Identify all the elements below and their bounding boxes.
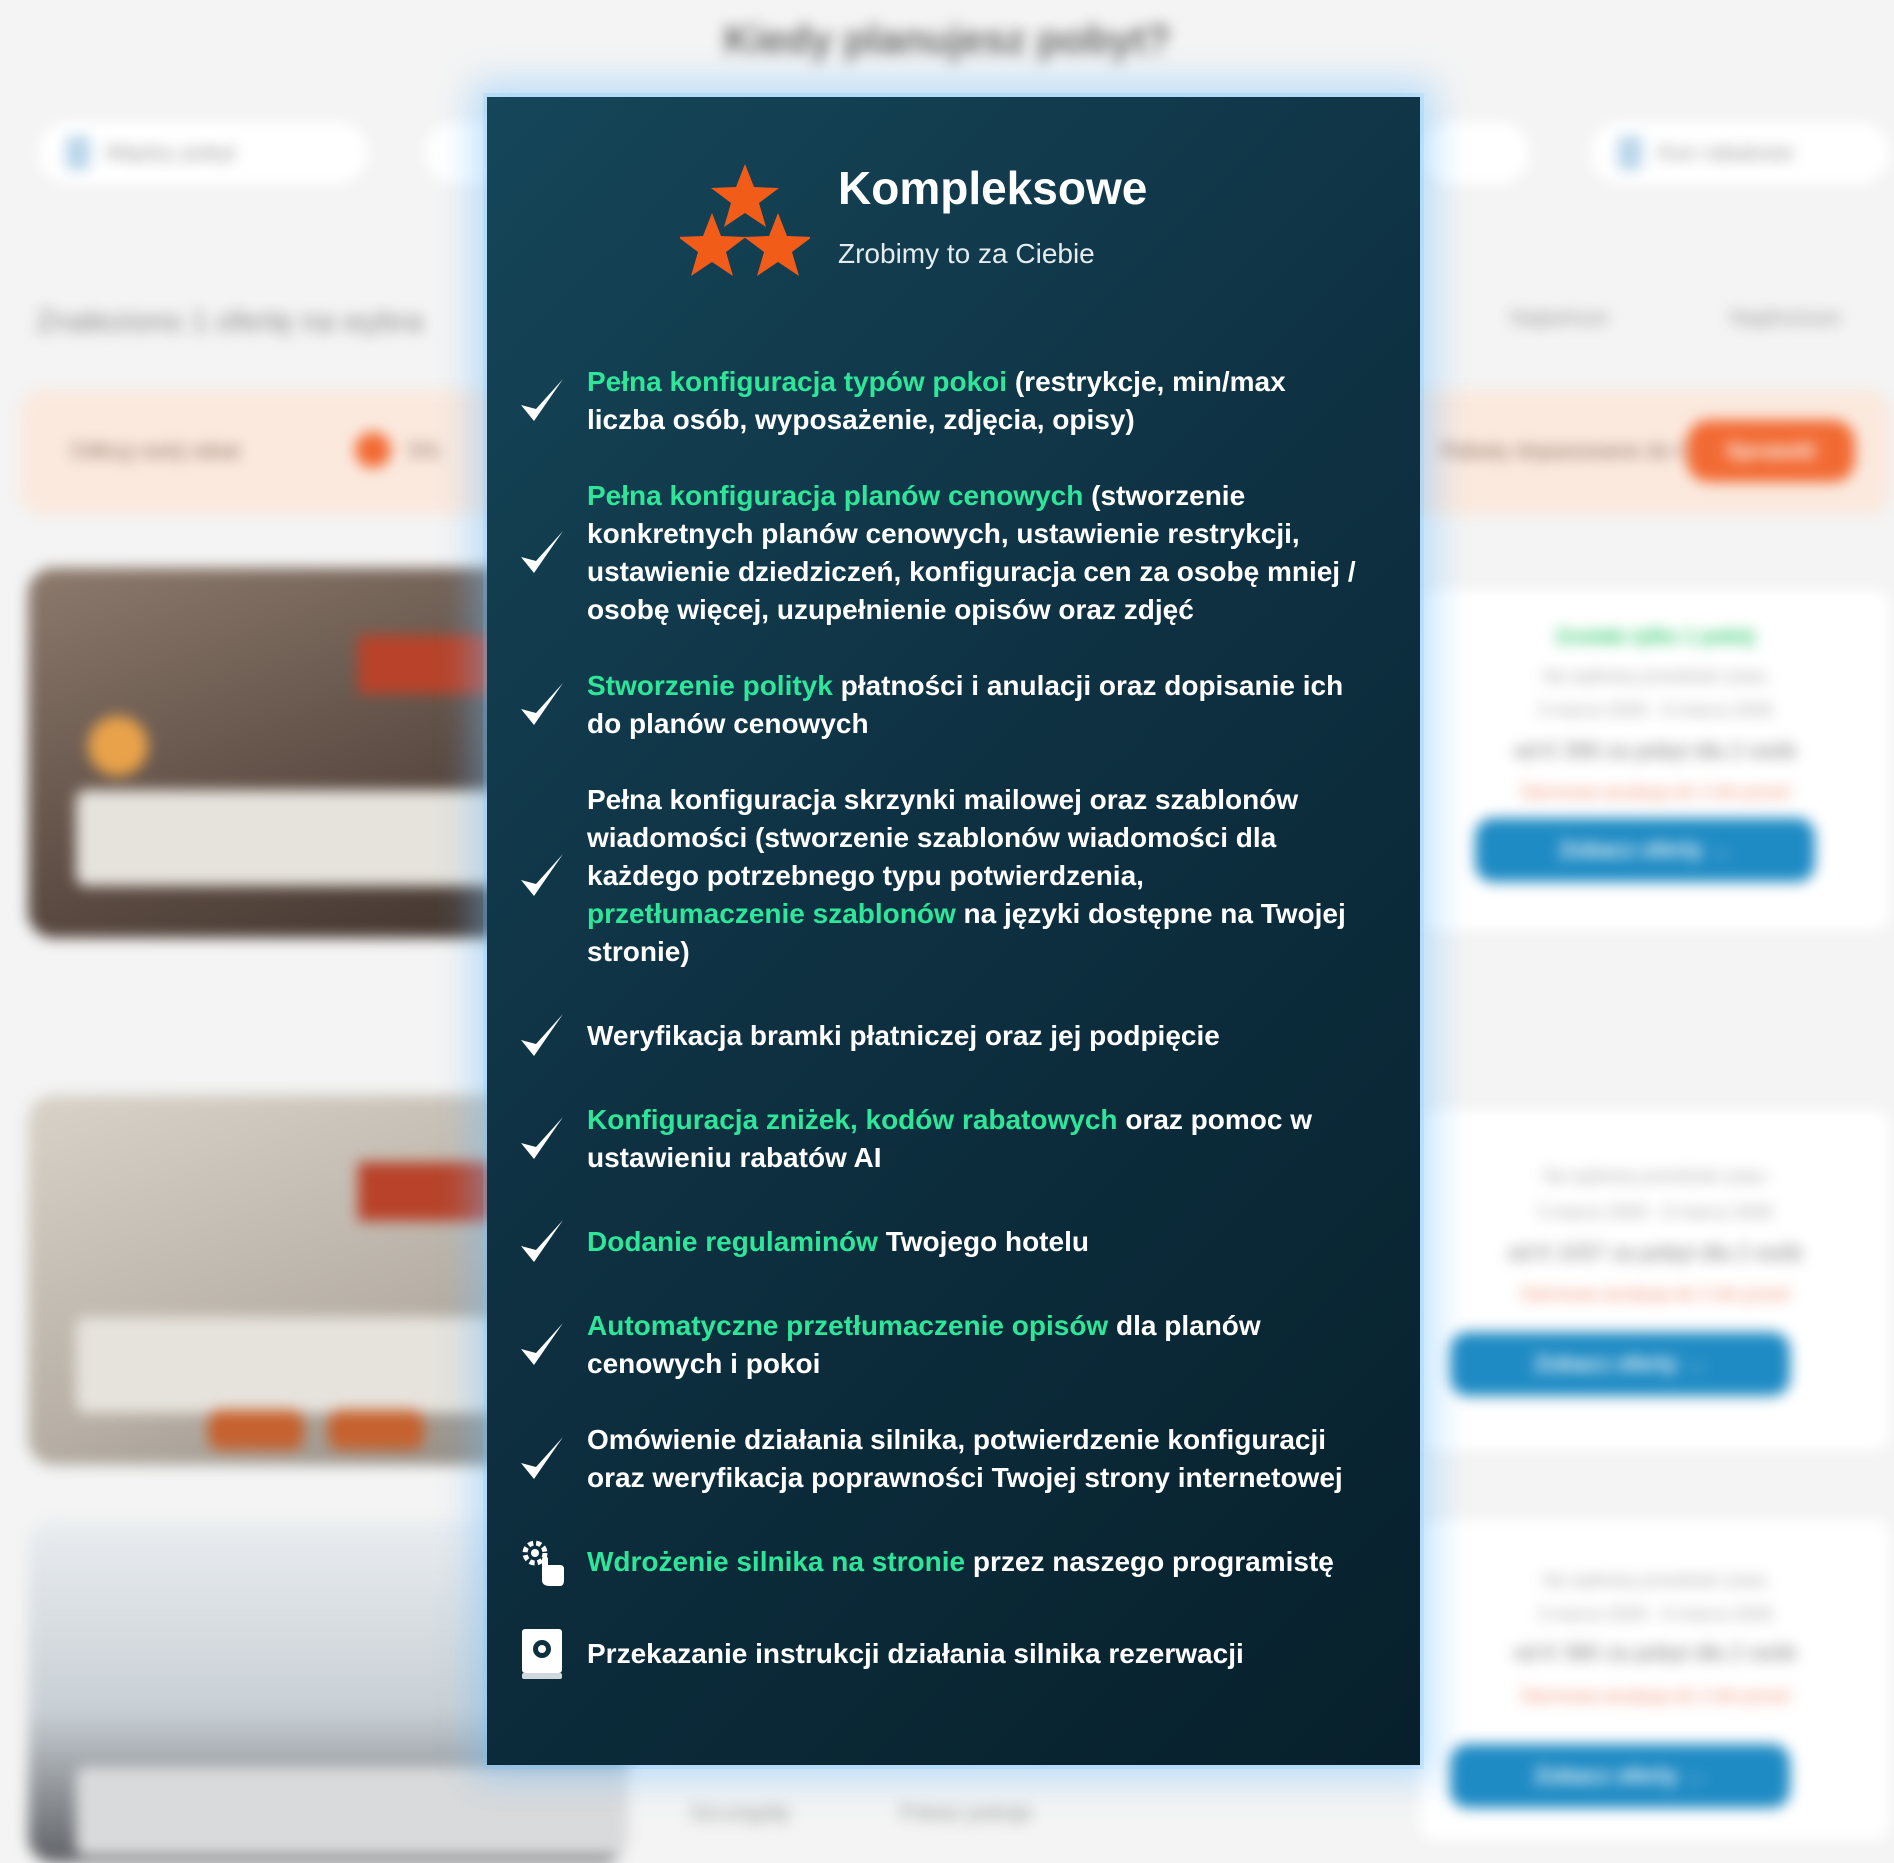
bg-rooms-link: Pokaż pokoje xyxy=(900,1800,1033,1825)
bg-offer-card-1: Zostało tylko 1 pokój Na wybrany przedzi… xyxy=(1420,590,1890,930)
bg-banner-mid: 5% xyxy=(408,438,440,463)
bg-sort-cheapest: Najtańsze xyxy=(1510,305,1608,330)
feature-item-text: Omówienie działania silnika, potwierdzen… xyxy=(587,1421,1367,1497)
feature-item-text: Weryfikacja bramki płatniczej oraz jej p… xyxy=(587,1017,1367,1055)
checkmark-icon xyxy=(517,526,567,580)
feature-item-text: Wdrożenie silnika na stronie przez nasze… xyxy=(587,1543,1367,1581)
bg-offer-card-2: Na wybrany przedział czasu 3 marca 2026 … xyxy=(1420,1110,1890,1450)
feature-item-text: Konfiguracja zniżek, kodów rabatowych or… xyxy=(587,1101,1367,1177)
feature-item-rest: Twojego hotelu xyxy=(877,1226,1089,1257)
bg-date-from: Między pobyt xyxy=(38,122,368,184)
feature-item-rest: Omówienie działania silnika, potwierdzen… xyxy=(587,1424,1343,1493)
bg-pill-mid2 xyxy=(1420,122,1530,184)
feature-item-text: Pełna konfiguracja skrzynki mailowej ora… xyxy=(587,781,1367,971)
manual-book-icon xyxy=(517,1627,567,1681)
house-icon xyxy=(355,432,391,468)
feature-item-text: Pełna konfiguracja typów pokoi (restrykc… xyxy=(587,363,1367,439)
gear-hand-icon xyxy=(517,1535,567,1589)
calendar-icon xyxy=(66,136,90,170)
bg-banner-button: Sprawdź xyxy=(1687,420,1855,482)
feature-item: Konfiguracja zniżek, kodów rabatowych or… xyxy=(517,1101,1397,1177)
star-shape xyxy=(744,213,810,276)
feature-item: Dodanie regulaminów Twojego hotelu xyxy=(517,1215,1397,1269)
star-shape xyxy=(711,164,779,227)
checkmark-icon xyxy=(517,374,567,428)
feature-item: Przekazanie instrukcji działania silnika… xyxy=(517,1627,1397,1681)
feature-item: Stworzenie polityk płatności i anulacji … xyxy=(517,667,1397,743)
feature-item-highlight: Pełna konfiguracja planów cenowych xyxy=(587,480,1084,511)
bg-details-link: Szczegóły xyxy=(690,1800,791,1825)
feature-item-text: Pełna konfiguracja planów cenowych (stwo… xyxy=(587,477,1367,629)
feature-item: Pełna konfiguracja skrzynki mailowej ora… xyxy=(517,781,1397,971)
feature-item-highlight: Konfiguracja zniżek, kodów rabatowych xyxy=(587,1104,1118,1135)
feature-item-text: Automatyczne przetłumaczenie opisów dla … xyxy=(587,1307,1367,1383)
feature-item-highlight: Dodanie regulaminów xyxy=(587,1226,878,1257)
modal-title: Kompleksowe xyxy=(838,162,1148,214)
feature-item-highlight: Pełna konfiguracja typów pokoi xyxy=(587,366,1008,397)
feature-item-rest: przez naszego programistę xyxy=(965,1546,1334,1577)
bg-offer-card-3: Na wybrany przedział czasu 3 marca 2026 … xyxy=(1420,1520,1890,1840)
feature-item-rest: Przekazanie instrukcji działania silnika… xyxy=(587,1638,1244,1669)
feature-item: Pełna konfiguracja typów pokoi (restrykc… xyxy=(517,363,1397,439)
feature-item: Automatyczne przetłumaczenie opisów dla … xyxy=(517,1307,1397,1383)
checkmark-icon xyxy=(517,849,567,903)
three-stars-icon xyxy=(680,164,810,276)
bg-sort-expensive: Najdroższe xyxy=(1730,305,1841,330)
star-shape xyxy=(680,213,746,276)
feature-item: Pełna konfiguracja planów cenowych (stwo… xyxy=(517,477,1397,629)
feature-item: Weryfikacja bramki płatniczej oraz jej p… xyxy=(517,1009,1397,1063)
feature-item-highlight: Automatyczne przetłumaczenie opisów xyxy=(587,1310,1109,1341)
feature-item-highlight: Wdrożenie silnika na stronie xyxy=(587,1546,966,1577)
feature-modal: Kompleksowe Zrobimy to za Ciebie Pełna k… xyxy=(487,97,1420,1765)
bg-results-text: Znaleziono 1 ofertę na wybra xyxy=(36,305,423,338)
feature-item-text: Przekazanie instrukcji działania silnika… xyxy=(587,1635,1367,1673)
bg-heading: Kiedy planujesz pobyt? xyxy=(723,18,1171,62)
modal-subtitle: Zrobimy to za Ciebie xyxy=(838,238,1095,269)
feature-list: Pełna konfiguracja typów pokoi (restrykc… xyxy=(517,363,1397,1719)
bg-date-to: Kon rabatowe xyxy=(1590,122,1890,184)
feature-item-pre: Pełna konfiguracja skrzynki mailowej ora… xyxy=(587,784,1299,891)
bg-banner-left: Odkryj swój rabat xyxy=(70,438,240,463)
feature-item-highlight: przetłumaczenie szablonów xyxy=(587,898,956,929)
checkmark-icon xyxy=(517,1215,567,1269)
checkmark-icon xyxy=(517,1112,567,1166)
tag-icon xyxy=(1618,136,1642,170)
checkmark-icon xyxy=(517,1318,567,1372)
feature-item-text: Stworzenie polityk płatności i anulacji … xyxy=(587,667,1367,743)
feature-item: Wdrożenie silnika na stronie przez nasze… xyxy=(517,1535,1397,1589)
feature-item: Omówienie działania silnika, potwierdzen… xyxy=(517,1421,1397,1497)
checkmark-icon xyxy=(517,1432,567,1486)
checkmark-icon xyxy=(517,678,567,732)
feature-item-rest: Weryfikacja bramki płatniczej oraz jej p… xyxy=(587,1020,1220,1051)
feature-item-text: Dodanie regulaminów Twojego hotelu xyxy=(587,1223,1367,1261)
checkmark-icon xyxy=(517,1009,567,1063)
feature-item-highlight: Stworzenie polityk xyxy=(587,670,833,701)
